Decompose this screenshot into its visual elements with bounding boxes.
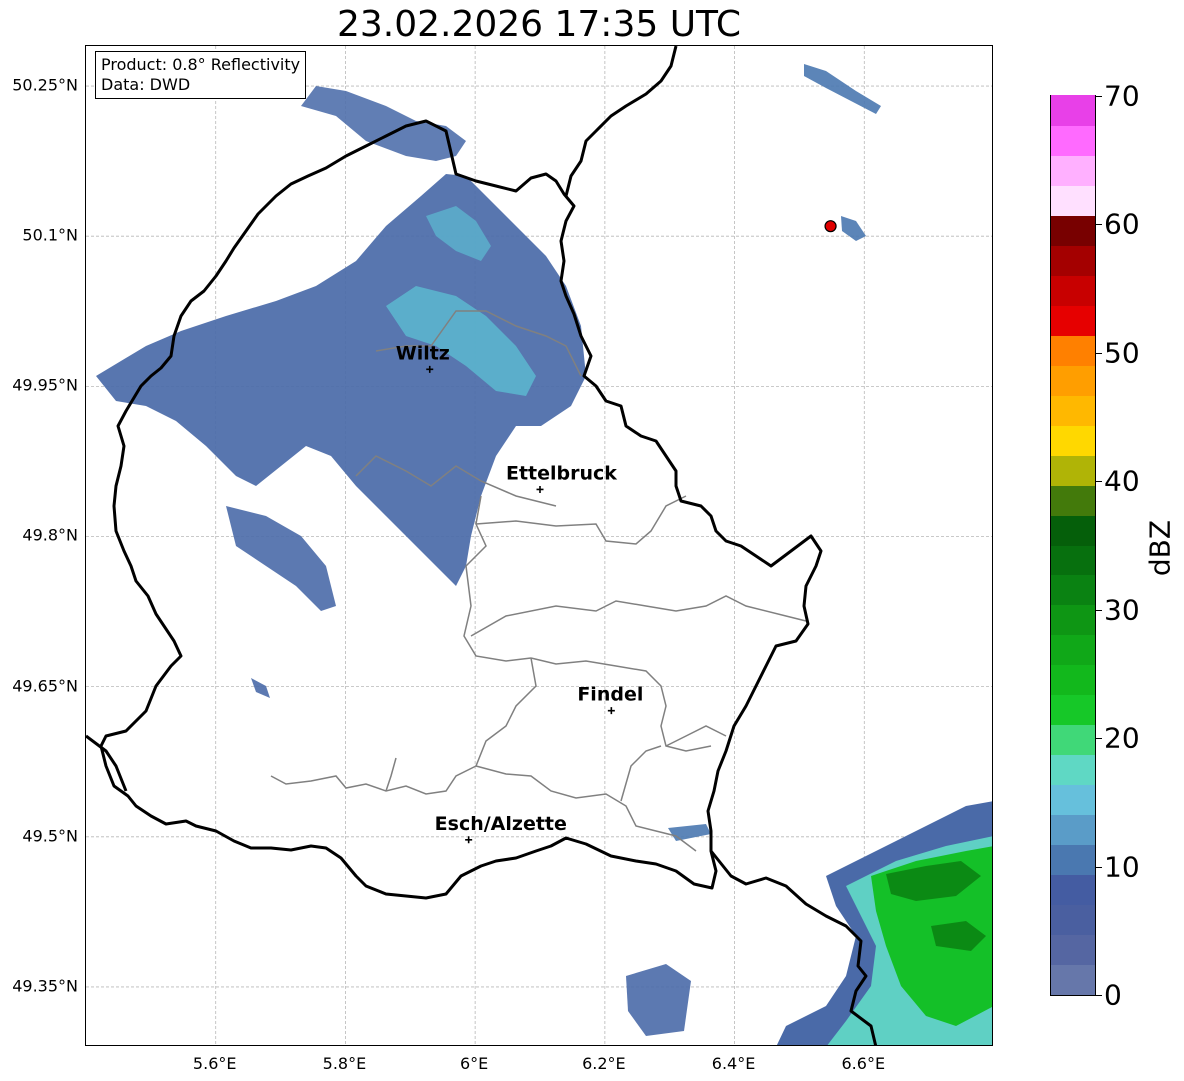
longitude-tick-label: 6.6°E: [841, 1054, 886, 1073]
colorbar-tick-label: 60: [1104, 207, 1140, 241]
colorbar-tick-mark: [1096, 995, 1102, 996]
colorbar-segment: [1051, 245, 1095, 276]
colorbar-segment: [1051, 694, 1095, 726]
echo-band-north: [301, 86, 466, 161]
colorbar-segment: [1051, 634, 1095, 666]
product-label: Product: 0.8° Reflectivity: [101, 55, 301, 74]
city-marker[interactable]: Esch/Alzette: [435, 813, 567, 844]
city-label: Wiltz: [396, 342, 450, 364]
product-info-box: Product: 0.8° Reflectivity Data: DWD: [95, 51, 307, 99]
germany-belgium-border-north: [564, 46, 678, 197]
colorbar-segment: [1051, 484, 1095, 516]
city-marker[interactable]: Ettelbruck: [506, 462, 617, 493]
colorbar-tick-mark: [1096, 866, 1102, 868]
colorbar: [1050, 95, 1096, 996]
latitude-tick-label: 50.25°N: [12, 75, 78, 95]
colorbar-tick-label: 0: [1104, 978, 1122, 1012]
colorbar-segment: [1051, 964, 1095, 995]
map-title: 23.02.2026 17:35 UTC: [336, 4, 742, 45]
city-label: Ettelbruck: [506, 462, 617, 484]
radar-map[interactable]: Wiltz Ettelbruck Findel Esch/Alzette: [85, 45, 993, 1046]
colorbar-segment: [1051, 904, 1095, 936]
colorbar-label: dBZ: [1143, 519, 1177, 577]
city-plus-icon: [465, 836, 473, 844]
colorbar-tick-label: 30: [1104, 593, 1140, 627]
longitude-tick-label: 5.8°E: [322, 1054, 367, 1073]
longitude-tick-label: 5.6°E: [192, 1054, 237, 1073]
colorbar-tick-label: 50: [1104, 336, 1140, 370]
colorbar-segment: [1051, 365, 1095, 396]
echo-ne-streak: [804, 64, 881, 114]
radar-echoes: [96, 64, 992, 1045]
colorbar-tick-label: 10: [1104, 850, 1140, 884]
echo-ne-blob: [841, 216, 866, 241]
city-label: Esch/Alzette: [435, 813, 567, 835]
colorbar-tick-mark: [1096, 224, 1102, 226]
colorbar-segment: [1051, 604, 1095, 636]
colorbar-segment: [1051, 95, 1095, 126]
colorbar-segment: [1051, 125, 1095, 156]
latitude-tick-label: 49.65°N: [12, 676, 78, 696]
colorbar-tick-mark: [1096, 738, 1102, 740]
colorbar-segment: [1051, 455, 1095, 486]
colorbar-tick-label: 40: [1104, 464, 1140, 498]
colorbar-segment: [1051, 784, 1095, 816]
colorbar-segment: [1051, 934, 1095, 966]
longitude-tick-label: 6.4°E: [711, 1054, 756, 1073]
colorbar-segment: [1051, 305, 1095, 336]
echo-small-2: [626, 964, 691, 1036]
map-canvas: Wiltz Ettelbruck Findel Esch/Alzette: [86, 46, 992, 1045]
city-plus-icon: [607, 707, 615, 715]
colorbar-segment: [1051, 275, 1095, 306]
longitude-tick-label: 6°E: [459, 1054, 489, 1073]
colorbar-segment: [1051, 185, 1095, 216]
colorbar-segment: [1051, 544, 1095, 576]
latitude-tick-label: 49.5°N: [22, 826, 78, 846]
colorbar-segment: [1051, 874, 1095, 906]
latitude-tick-label: 49.8°N: [22, 525, 78, 545]
colorbar-segment: [1051, 724, 1095, 756]
colorbar-segment: [1051, 844, 1095, 876]
colorbar-segment: [1051, 335, 1095, 366]
colorbar-tick-mark: [1096, 96, 1102, 97]
colorbar-segment: [1051, 664, 1095, 696]
colorbar-tick-label: 20: [1104, 721, 1140, 755]
latitude-tick-label: 49.95°N: [12, 375, 78, 395]
colorbar-tick-mark: [1096, 481, 1102, 483]
city-marker[interactable]: Findel: [577, 684, 643, 715]
colorbar-segment: [1051, 215, 1095, 246]
colorbar-segment: [1051, 754, 1095, 786]
colorbar-segment: [1051, 814, 1095, 846]
colorbar-tick-label: 70: [1104, 79, 1140, 113]
radar-site-marker[interactable]: [824, 220, 837, 233]
city-label: Findel: [577, 684, 643, 706]
colorbar-segment: [1051, 395, 1095, 426]
echo-band-nw-tail: [226, 506, 336, 611]
colorbar-tick-mark: [1096, 609, 1102, 611]
colorbar-segment: [1051, 514, 1095, 546]
latitude-tick-label: 49.35°N: [12, 976, 78, 996]
colorbar-tick-mark: [1096, 352, 1102, 354]
data-source-label: Data: DWD: [101, 75, 191, 94]
longitude-tick-label: 6.2°E: [582, 1054, 626, 1073]
latitude-tick-label: 50.1°N: [22, 225, 78, 245]
echo-small-3: [251, 678, 270, 698]
colorbar-segment: [1051, 574, 1095, 606]
colorbar-segment: [1051, 155, 1095, 186]
colorbar-segment: [1051, 425, 1095, 456]
echo-small-1: [668, 824, 711, 841]
city-plus-icon: [536, 485, 544, 493]
